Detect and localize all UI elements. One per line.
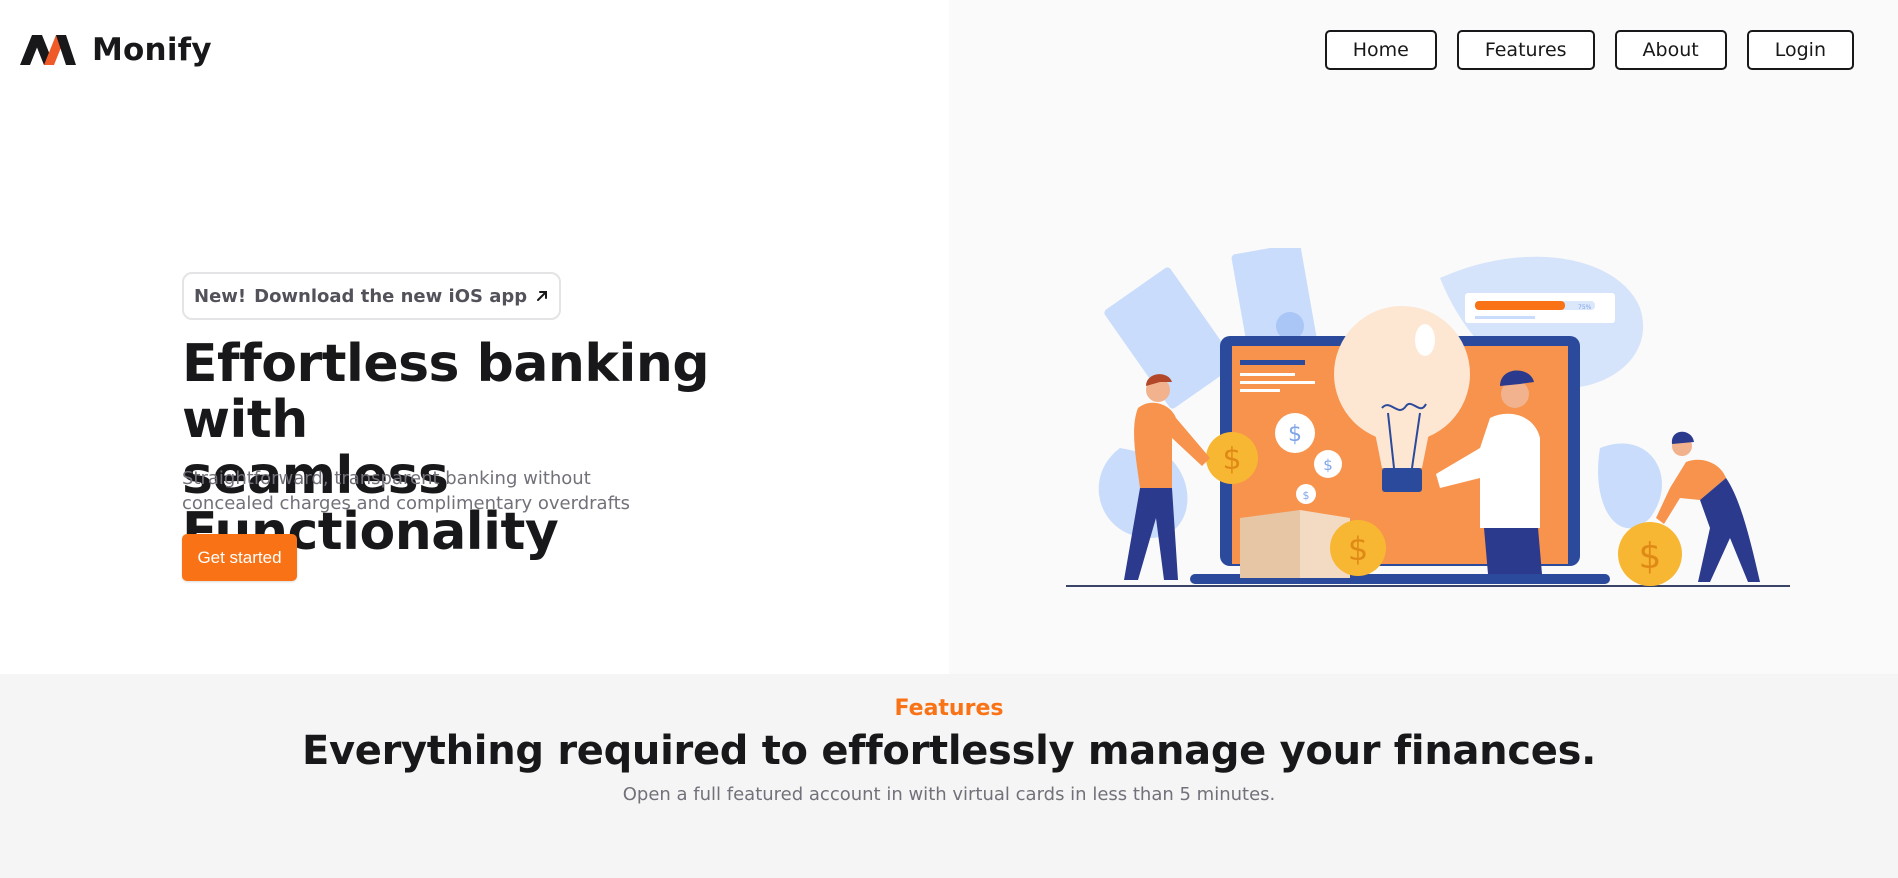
svg-text:$: $ (1323, 456, 1333, 474)
svg-text:$: $ (1348, 530, 1368, 568)
nav-features-button[interactable]: Features (1456, 30, 1595, 70)
svg-text:$: $ (1288, 422, 1302, 447)
features-title: Everything required to effortlessly mana… (301, 728, 1597, 774)
nav-about-button[interactable]: About (1614, 30, 1727, 70)
svg-text:$: $ (1222, 442, 1241, 477)
nav-home-button[interactable]: Home (1324, 30, 1437, 70)
brand-name: Monify (92, 32, 212, 68)
svg-text:$: $ (1303, 489, 1310, 502)
hero-subtitle: Straightforward, transparent banking wit… (182, 468, 631, 514)
progress-card: 75% (1465, 293, 1615, 323)
features-eyebrow: Features (894, 696, 1004, 721)
hero-title-line1: Effortless banking with (182, 334, 710, 450)
monify-logo-icon (20, 35, 76, 65)
features-subtitle: Open a full featured account in with vir… (622, 784, 1276, 805)
top-nav: Home Features About Login (1324, 30, 1854, 70)
ios-app-badge-link[interactable]: New! Download the new iOS app (182, 272, 562, 320)
svg-text:$: $ (1639, 536, 1662, 577)
nav-login-button[interactable]: Login (1746, 30, 1854, 70)
arrow-up-right-icon (537, 291, 548, 301)
progress-label: 75% (1578, 304, 1592, 311)
banking-illustration: 75% $ $ $ $ $ $ (1066, 248, 1790, 587)
badge-text: Download the new iOS app (254, 285, 528, 307)
brand-logo[interactable]: Monify (20, 30, 212, 70)
badge-new-label: New! (194, 285, 247, 307)
get-started-button[interactable]: Get started (182, 534, 297, 581)
hero-title: Effortless banking with seamless Functio… (182, 336, 802, 560)
